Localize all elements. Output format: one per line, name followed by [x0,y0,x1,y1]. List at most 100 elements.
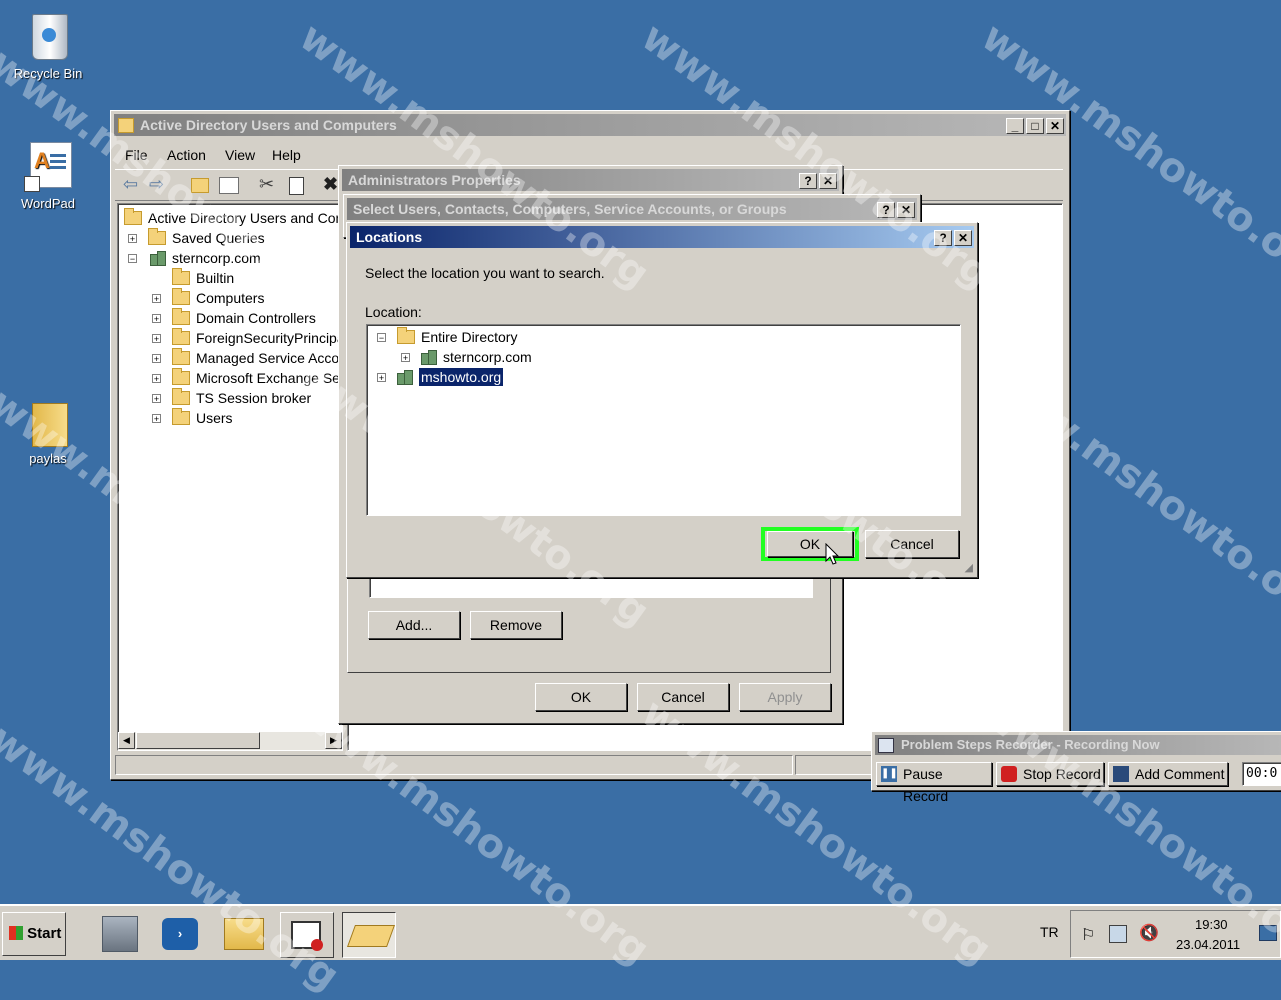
minimize-button[interactable]: _ [1006,118,1024,134]
expand-icon[interactable]: + [152,394,161,404]
delete-icon[interactable]: ✖ [323,174,338,195]
clock-time[interactable]: 19:30 [1195,917,1228,932]
psr-title-bar[interactable]: Problem Steps Recorder - Recording Now [875,735,1281,755]
volume-muted-icon[interactable]: 🔇 [1139,923,1159,943]
add-comment-button[interactable]: Add Comment [1108,762,1228,786]
folder-icon [24,395,72,447]
tree-item-ts-session[interactable]: + TS Session broker [152,388,311,408]
location-item-entire-directory[interactable]: − Entire Directory [377,327,517,347]
clock-date[interactable]: 23.04.2011 [1176,937,1240,952]
cut-icon[interactable]: ✂ [259,174,274,195]
show-desktop-icon[interactable] [1259,925,1277,941]
action-center-flag-icon[interactable]: ⚐ [1081,925,1095,945]
menu-action[interactable]: Action [167,143,206,167]
menu-help[interactable]: Help [272,143,301,167]
close-button[interactable]: ✕ [819,173,837,189]
explorer-icon[interactable] [224,918,264,950]
wordpad-label: WordPad [21,196,75,211]
record-dot-icon [311,939,323,951]
taskbar-aduc-button[interactable] [342,912,396,958]
menu-view[interactable]: View [225,143,255,167]
expand-icon[interactable]: + [152,294,161,304]
stop-icon [1001,766,1017,782]
add-button[interactable]: Add... [368,611,460,639]
close-button[interactable]: ✕ [1046,118,1064,134]
tree-item-domain[interactable]: − sterncorp.com [128,248,261,268]
start-button[interactable]: Start [2,912,66,956]
server-manager-icon[interactable] [102,916,138,952]
tree-item-label: Domain Controllers [196,310,316,326]
scroll-right-icon[interactable]: ▶ [325,732,342,749]
taskbar-psr-button[interactable] [280,912,334,958]
help-button[interactable]: ? [877,202,895,218]
tree-item-computers[interactable]: + Computers [152,288,264,308]
help-button[interactable]: ? [799,173,817,189]
pause-record-button[interactable]: ❚❚ Pause Record [876,762,992,804]
resize-grip-icon[interactable]: ◢ [965,561,973,574]
tree-item-users[interactable]: + Users [152,408,233,428]
collapse-icon[interactable]: − [128,254,137,264]
desktop-icon-wordpad[interactable]: A WordPad [3,140,93,211]
scroll-thumb[interactable] [136,732,260,749]
expand-icon[interactable]: + [152,354,161,364]
tree-item-builtin[interactable]: Builtin [152,268,234,288]
location-item-mshowto[interactable]: + mshowto.org [377,367,505,387]
tree-item-label: Builtin [196,270,235,286]
aduc-title-bar[interactable]: Active Directory Users and Computers _ □… [114,114,1066,136]
location-item-sterncorp[interactable]: + sterncorp.com [401,347,532,367]
tree-item-label: TS Session broker [196,390,312,406]
tree-horizontal-scrollbar[interactable]: ◀ ▶ [118,732,342,750]
psr-window: Problem Steps Recorder - Recording Now ❚… [871,731,1281,804]
language-indicator[interactable]: TR [1040,924,1059,940]
expand-icon[interactable]: + [377,373,386,383]
network-icon[interactable] [1109,925,1127,943]
collapse-icon[interactable]: − [377,333,386,343]
expand-icon[interactable]: + [152,374,161,384]
expand-icon[interactable]: + [152,334,161,344]
aduc-root-icon [124,208,142,225]
desktop-icon-paylas[interactable]: paylas [3,395,93,466]
status-segment [115,755,793,775]
expand-icon[interactable]: + [128,234,137,244]
add-comment-label: Add Comment [1135,766,1225,782]
pause-icon: ❚❚ [881,766,898,782]
close-button[interactable]: ✕ [954,230,972,246]
help-button[interactable]: ? [934,230,952,246]
admin-apply-button[interactable]: Apply [739,683,831,711]
domain-icon [395,369,413,385]
expand-icon[interactable]: + [152,414,161,424]
locations-cancel-button[interactable]: Cancel [865,530,959,558]
aduc-app-icon [118,118,134,133]
tree-item-managed-service[interactable]: + Managed Service Accou [152,348,347,368]
taskbar: Start › TR ⚐ 🔇 19:30 23.04.2011 [0,904,1281,960]
tree-item-saved-queries[interactable]: + Saved Queries [128,228,265,248]
admin-ok-button[interactable]: OK [535,683,627,711]
copy-icon[interactable] [289,177,304,195]
tree-item-foreign-security[interactable]: + ForeignSecurityPrincipal [152,328,348,348]
menu-file[interactable]: File [125,143,148,167]
stop-record-button[interactable]: Stop Record [996,762,1104,786]
remove-button[interactable]: Remove [470,611,562,639]
maximize-button[interactable]: □ [1026,118,1044,134]
close-button[interactable]: ✕ [897,202,915,218]
powershell-icon[interactable]: › [162,918,198,950]
show-tree-icon[interactable] [219,177,239,194]
system-tray: ⚐ 🔇 19:30 23.04.2011 [1070,910,1281,958]
locations-title-bar[interactable]: Locations ? ✕ [350,226,974,248]
folder-up-icon[interactable] [191,178,209,193]
scroll-left-icon[interactable]: ◀ [118,732,135,749]
select-users-title: Select Users, Contacts, Computers, Servi… [353,201,787,217]
tree-item-exchange[interactable]: + Microsoft Exchange Sec [152,368,347,388]
psr-app-icon [878,738,894,753]
desktop-icon-recycle-bin[interactable]: Recycle Bin [3,10,93,81]
tree-item-root[interactable]: Active Directory Users and Com [124,208,347,228]
back-arrow-icon[interactable]: ⇦ [123,175,143,193]
admin-props-title-bar[interactable]: Administrators Properties ? ✕ [342,169,839,191]
stop-record-label: Stop Record [1023,766,1101,782]
admin-cancel-button[interactable]: Cancel [637,683,729,711]
expand-icon[interactable]: + [401,353,410,363]
expand-icon[interactable]: + [152,314,161,324]
tree-item-domain-controllers[interactable]: + Domain Controllers [152,308,316,328]
select-users-title-bar[interactable]: Select Users, Contacts, Computers, Servi… [347,198,917,220]
forward-arrow-icon[interactable]: ⇨ [149,175,169,193]
